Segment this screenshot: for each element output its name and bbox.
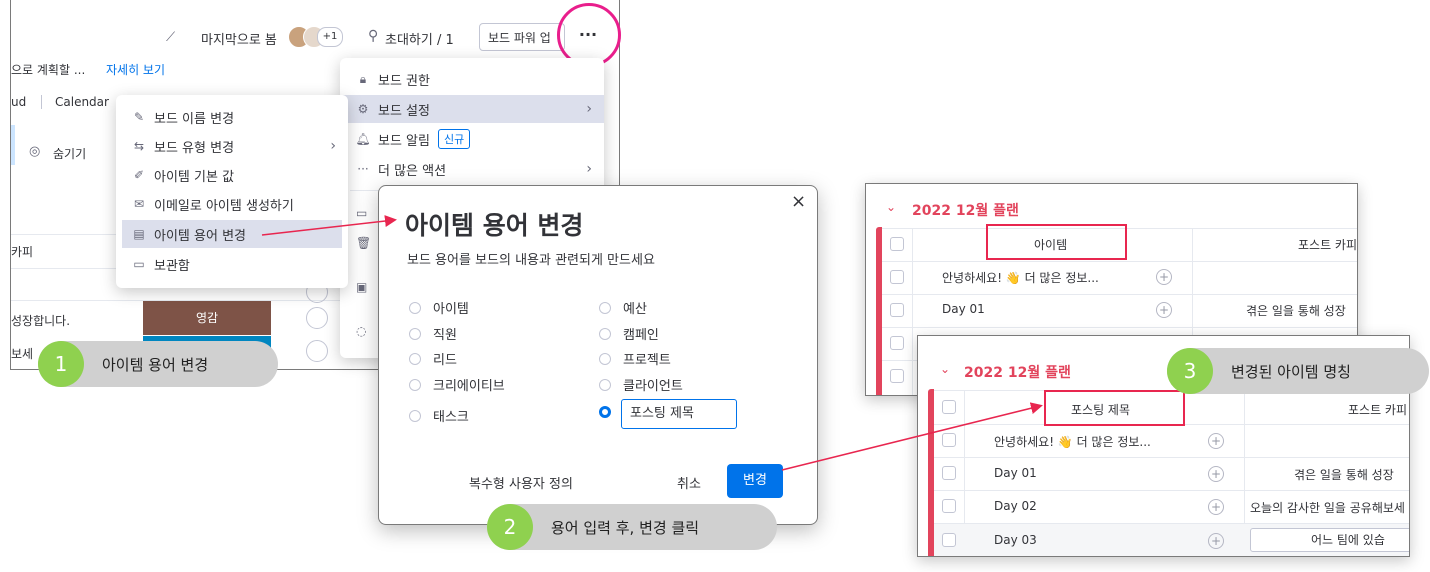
step-text: 아이템 용어 변경 bbox=[102, 355, 209, 374]
step-number: 2 bbox=[487, 504, 533, 550]
callout-step-3: 3 변경된 아이템 명칭 bbox=[1167, 348, 1429, 394]
arrow-menu-to-dialog bbox=[261, 215, 397, 236]
callout-step-2: 2 용어 입력 후, 변경 클릭 bbox=[487, 504, 777, 550]
step-number: 3 bbox=[1167, 348, 1213, 394]
connector-arrows bbox=[261, 215, 1043, 471]
step-number: 1 bbox=[38, 341, 84, 387]
step-text: 용어 입력 후, 변경 클릭 bbox=[551, 518, 700, 537]
callout-step-1: 1 아이템 용어 변경 bbox=[38, 341, 278, 387]
step-text: 변경된 아이템 명칭 bbox=[1231, 362, 1351, 381]
arrow-dialog-to-table bbox=[781, 402, 1043, 471]
